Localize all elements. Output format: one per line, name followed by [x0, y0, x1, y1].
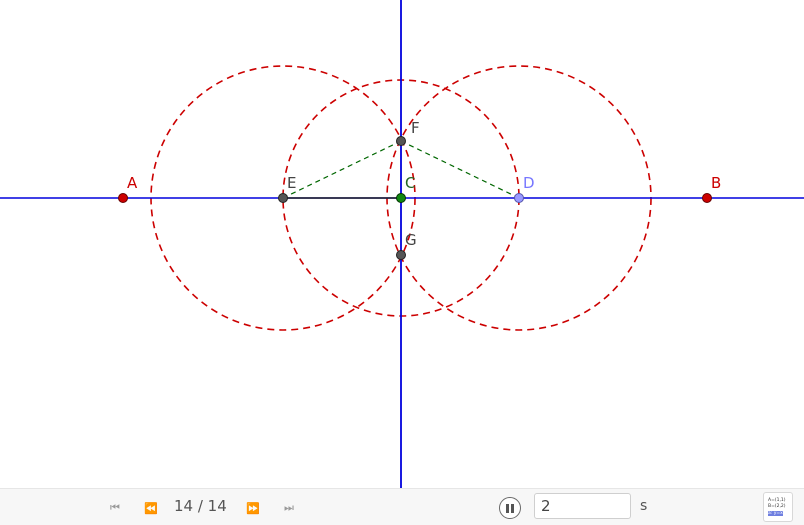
point-F[interactable]: [396, 136, 406, 146]
point-B[interactable]: [702, 193, 712, 203]
label-B: B: [711, 174, 721, 192]
segment-EF[interactable]: [282, 140, 402, 199]
pause-icon: [506, 503, 509, 513]
construction-protocol-navigation-bar: ⏮ ⏪ 14 / 14 ⏩ ⏭ s A=(1,1) B=(2,2) a: y=x: [0, 488, 804, 525]
label-E: E: [287, 174, 296, 192]
point-C[interactable]: [396, 193, 406, 203]
label-F: F: [411, 119, 420, 137]
label-D: D: [523, 174, 535, 192]
algebra-icon-row: A=(1,1): [768, 498, 786, 503]
point-A[interactable]: [118, 193, 128, 203]
algebra-icon-row: B=(2,2): [768, 504, 786, 509]
geometry-canvas[interactable]: A B C D E F G: [0, 0, 804, 488]
label-A: A: [127, 174, 138, 192]
label-G: G: [405, 231, 417, 249]
step-forward-icon[interactable]: ⏩: [241, 499, 263, 517]
point-G[interactable]: [396, 250, 406, 260]
speed-unit-label: s: [640, 498, 648, 514]
label-C: C: [405, 174, 415, 192]
step-back-icon[interactable]: ⏪: [139, 499, 161, 517]
step-counter: 14 / 14: [174, 497, 227, 515]
skip-to-last-icon[interactable]: ⏭: [277, 499, 299, 517]
algebra-view-button[interactable]: A=(1,1) B=(2,2) a: y=x: [763, 492, 793, 522]
speed-input[interactable]: [534, 493, 631, 519]
algebra-icon-row: a: y=x: [768, 511, 783, 516]
point-E[interactable]: [278, 193, 288, 203]
point-D[interactable]: [514, 193, 524, 203]
pause-button[interactable]: [499, 497, 521, 519]
skip-to-first-icon[interactable]: ⏮: [103, 499, 125, 517]
segment-FD[interactable]: [400, 140, 520, 199]
